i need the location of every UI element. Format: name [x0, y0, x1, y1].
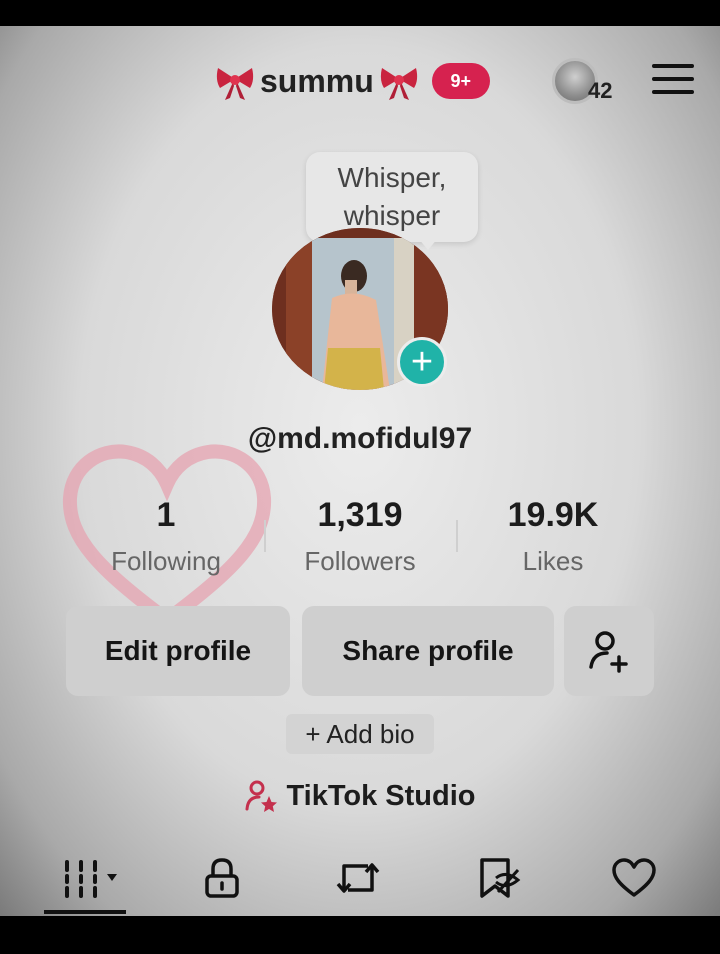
- tiktok-studio-label: TikTok Studio: [286, 779, 476, 812]
- note-bubble-tail: [418, 238, 438, 250]
- stat-followers[interactable]: 1,319 Followers: [260, 496, 460, 577]
- username: @md.mofidul97: [247, 422, 473, 455]
- stat-likes[interactable]: 19.9K Likes: [453, 496, 653, 577]
- tab-videos[interactable]: [58, 852, 124, 904]
- add-friend-button[interactable]: [564, 606, 654, 696]
- menu-icon[interactable]: [652, 64, 694, 98]
- tab-liked[interactable]: [606, 852, 662, 904]
- add-bio-button[interactable]: + Add bio: [286, 714, 434, 754]
- heart-icon: [612, 858, 656, 897]
- repost-icon: [336, 863, 380, 893]
- stat-following[interactable]: 1 Following: [66, 496, 266, 577]
- bow-icon: [216, 68, 254, 100]
- display-name: summu: [260, 62, 374, 99]
- tab-private[interactable]: [194, 852, 250, 904]
- tiktok-studio-link[interactable]: TikTok Studio: [0, 776, 720, 816]
- bow-icon: [380, 68, 417, 100]
- followers-label: Followers: [304, 546, 416, 576]
- grid-icon: [65, 860, 117, 898]
- add-person-icon: [589, 631, 628, 673]
- share-profile-button[interactable]: Share profile: [302, 606, 554, 696]
- notification-badge: 9+: [431, 63, 490, 99]
- note-line-2: whisper: [343, 200, 441, 231]
- tab-reposts[interactable]: [330, 852, 386, 904]
- add-avatar-button[interactable]: +: [397, 337, 447, 387]
- following-label: Following: [111, 546, 221, 576]
- profile-header[interactable]: summu 9+: [214, 58, 490, 104]
- saved-icon: [480, 858, 521, 898]
- tab-saved[interactable]: [470, 852, 526, 904]
- note-line-1: Whisper,: [337, 162, 447, 193]
- selected-tab-indicator: [44, 910, 126, 914]
- edit-profile-button[interactable]: Edit profile: [66, 606, 290, 696]
- likes-count: 19.9K: [507, 496, 599, 534]
- account-switcher[interactable]: 42: [550, 56, 624, 106]
- account-count: 42: [588, 78, 613, 103]
- following-count: 1: [156, 496, 176, 534]
- bottom-black-bar: [0, 916, 720, 954]
- studio-icon: [245, 780, 278, 812]
- likes-label: Likes: [522, 546, 584, 576]
- lock-icon: [205, 858, 239, 898]
- followers-count: 1,319: [317, 496, 403, 534]
- note-bubble[interactable]: Whisper, whisper: [306, 152, 478, 242]
